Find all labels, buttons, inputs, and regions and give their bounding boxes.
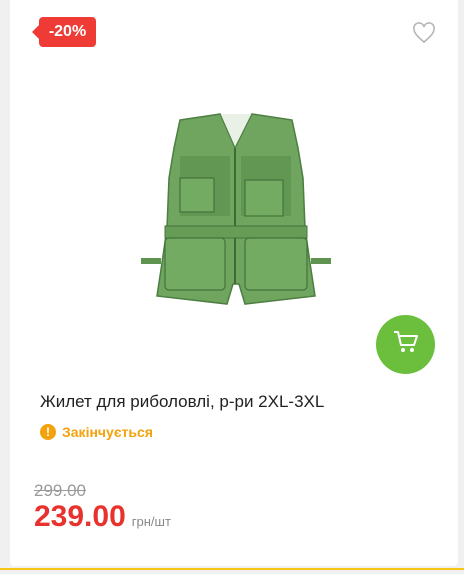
exclamation-circle-icon: !: [40, 424, 56, 440]
current-price: 239.00: [34, 500, 126, 533]
old-price: 299.00: [34, 481, 86, 500]
cart-icon: [393, 330, 419, 359]
product-title[interactable]: Жилет для риболовлі, р-ри 2XL-3XL: [40, 391, 430, 413]
divider: [0, 568, 464, 570]
price-unit: грн/шт: [131, 514, 171, 529]
favorite-heart-icon[interactable]: [412, 22, 436, 44]
discount-badge: -20%: [32, 17, 96, 47]
add-to-cart-button[interactable]: [376, 315, 435, 374]
stock-status: ! Закінчується: [40, 422, 153, 442]
product-image[interactable]: [135, 108, 337, 314]
price-row: 239.00 грн/шт: [34, 500, 171, 534]
stock-status-text: Закінчується: [62, 424, 153, 440]
